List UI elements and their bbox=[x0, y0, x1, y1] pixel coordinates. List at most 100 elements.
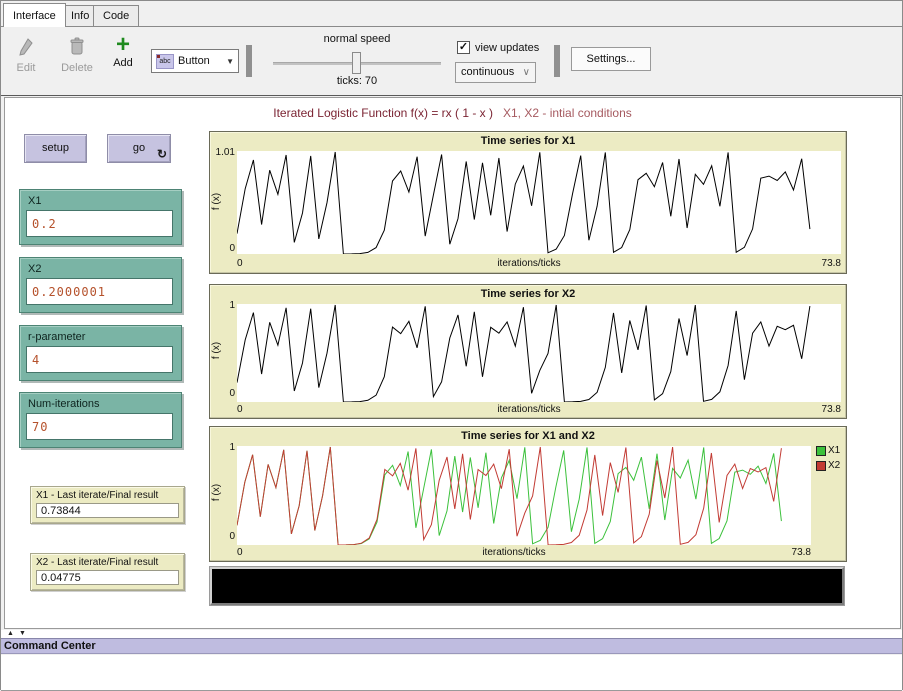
legend-label-x2: X2 bbox=[828, 460, 840, 471]
plot-both-xlabel: iterations/ticks bbox=[414, 547, 614, 558]
plot-x2-x0: 0 bbox=[237, 404, 243, 415]
monitor-x2-label: X2 - Last iterate/Final result bbox=[31, 554, 184, 570]
input-widget-r-parameter: r-parameter bbox=[19, 325, 182, 381]
plot-x2-xlabel: iterations/ticks bbox=[429, 404, 629, 415]
command-center-bar: Command Center bbox=[1, 638, 902, 654]
command-center-output bbox=[1, 655, 902, 691]
input-widget-x2: X2 bbox=[19, 257, 182, 313]
input-r-label: r-parameter bbox=[20, 326, 181, 346]
go-button[interactable]: go ↻ bbox=[107, 134, 171, 163]
forever-icon: ↻ bbox=[157, 148, 167, 160]
input-x2-field[interactable] bbox=[26, 278, 173, 305]
plus-icon: + bbox=[107, 35, 139, 55]
legend-label-x1: X1 bbox=[828, 445, 840, 456]
plot-x2: Time series for X2 1 0 f (x) 0 iteration… bbox=[209, 284, 847, 419]
input-x1-field[interactable] bbox=[26, 210, 173, 237]
plot-both-xmax: 73.8 bbox=[771, 547, 811, 558]
add-label: Add bbox=[113, 57, 133, 69]
delete-label: Delete bbox=[61, 62, 93, 74]
plot-x1-ymax: 1.01 bbox=[211, 147, 235, 158]
tab-code[interactable]: Code bbox=[93, 5, 139, 26]
plot-both-ymax: 1 bbox=[211, 442, 235, 453]
input-r-field[interactable] bbox=[26, 346, 173, 373]
plot-x1-line bbox=[237, 151, 841, 254]
speed-label: normal speed bbox=[271, 33, 443, 45]
plot-x1-title: Time series for X1 bbox=[210, 135, 846, 147]
tab-bar: Interface Info Code bbox=[1, 1, 902, 27]
plot-both-title: Time series for X1 and X2 bbox=[210, 430, 846, 442]
plot-both-ymin: 0 bbox=[211, 531, 235, 542]
legend-swatch-x1 bbox=[816, 446, 826, 456]
update-mode-value: continuous bbox=[461, 66, 514, 78]
chevron-down-icon: ∨ bbox=[523, 63, 530, 82]
plot-both-area bbox=[237, 446, 811, 545]
widget-type-value: Button bbox=[178, 55, 210, 67]
monitor-x2-final: X2 - Last iterate/Final result 0.04775 bbox=[30, 553, 185, 591]
plot-both-ylabel: f (x) bbox=[211, 484, 222, 501]
speed-slider-thumb[interactable] bbox=[352, 52, 361, 74]
plot-x1-ylabel: f (x) bbox=[211, 193, 222, 210]
command-center-splitter: ▲ ▼ bbox=[1, 630, 902, 638]
plot-x1-xmax: 73.8 bbox=[801, 258, 841, 269]
button-widget-icon: abc bbox=[156, 54, 174, 69]
monitor-x1-final: X1 - Last iterate/Final result 0.73844 bbox=[30, 486, 185, 524]
plot-both-lines bbox=[237, 446, 811, 545]
splitter-down-icon[interactable]: ▼ bbox=[19, 630, 26, 638]
edit-label: Edit bbox=[17, 62, 36, 74]
plot-x2-ymin: 0 bbox=[211, 388, 235, 399]
monitor-x1-label: X1 - Last iterate/Final result bbox=[31, 487, 184, 503]
command-center-title: Command Center bbox=[1, 639, 902, 653]
ticks-counter: ticks: 70 bbox=[271, 75, 443, 87]
widget-type-dropdown[interactable]: abc Button ▼ bbox=[151, 49, 239, 73]
plot-x2-line bbox=[237, 304, 841, 402]
pencil-icon bbox=[9, 37, 43, 60]
plot-x2-ymax: 1 bbox=[211, 300, 235, 311]
legend-item-x1: X1 bbox=[816, 445, 840, 456]
plot-x1-xlabel: iterations/ticks bbox=[429, 258, 629, 269]
plot-x2-xmax: 73.8 bbox=[801, 404, 841, 415]
view-updates-label: view updates bbox=[475, 42, 539, 54]
edit-button[interactable]: Edit bbox=[9, 37, 43, 74]
plot-x1: Time series for X1 1.01 0 f (x) 0 iterat… bbox=[209, 131, 847, 274]
settings-button[interactable]: Settings... bbox=[571, 47, 651, 71]
model-title: Iterated Logistic Function f(x) = rx ( 1… bbox=[5, 106, 900, 120]
plot-legend: X1 X2 bbox=[816, 445, 840, 475]
plot-x2-ylabel: f (x) bbox=[211, 342, 222, 359]
input-x2-label: X2 bbox=[20, 258, 181, 278]
plot-x1-and-x2: Time series for X1 and X2 1 0 f (x) X1 X… bbox=[209, 426, 847, 562]
delete-button[interactable]: Delete bbox=[57, 37, 97, 74]
view-updates-checkbox[interactable]: ✓ bbox=[457, 41, 470, 54]
toolbar-separator bbox=[554, 45, 560, 77]
tab-interface[interactable]: Interface bbox=[3, 3, 66, 27]
input-x1-label: X1 bbox=[20, 190, 181, 210]
add-button[interactable]: + Add bbox=[107, 35, 139, 69]
go-label: go bbox=[133, 142, 145, 154]
speed-slider-group: normal speed ticks: 70 bbox=[271, 31, 443, 91]
input-widget-x1: X1 bbox=[19, 189, 182, 245]
trash-icon bbox=[57, 37, 97, 60]
splitter-up-icon[interactable]: ▲ bbox=[7, 630, 14, 638]
plot-both-x0: 0 bbox=[237, 547, 243, 558]
chevron-down-icon: ▼ bbox=[226, 57, 234, 66]
monitor-x1-value: 0.73844 bbox=[36, 503, 179, 518]
input-n-field[interactable] bbox=[26, 413, 173, 440]
input-n-label: Num-iterations bbox=[20, 393, 181, 413]
interface-canvas: Iterated Logistic Function f(x) = rx ( 1… bbox=[4, 97, 901, 629]
plot-x2-title: Time series for X2 bbox=[210, 288, 846, 300]
plot-x1-area bbox=[237, 151, 841, 254]
toolbar-divider bbox=[1, 95, 902, 96]
world-view bbox=[210, 567, 844, 605]
input-widget-num-iterations: Num-iterations bbox=[19, 392, 182, 448]
netlogo-window: { "tabs": [ {"label": "Interface", "acti… bbox=[0, 0, 903, 690]
plot-x1-x0: 0 bbox=[237, 258, 243, 269]
setup-button[interactable]: setup bbox=[24, 134, 87, 163]
toolbar-separator bbox=[246, 45, 252, 77]
legend-item-x2: X2 bbox=[816, 460, 840, 471]
plot-x2-area bbox=[237, 304, 841, 402]
toolbar: Edit Delete + Add abc Button ▼ normal sp… bbox=[1, 27, 902, 96]
update-mode-select[interactable]: continuous ∨ bbox=[455, 62, 536, 83]
model-title-formula: Iterated Logistic Function f(x) = rx ( 1… bbox=[273, 106, 493, 120]
legend-swatch-x2 bbox=[816, 461, 826, 471]
monitor-x2-value: 0.04775 bbox=[36, 570, 179, 585]
plot-x1-ymin: 0 bbox=[211, 243, 235, 254]
